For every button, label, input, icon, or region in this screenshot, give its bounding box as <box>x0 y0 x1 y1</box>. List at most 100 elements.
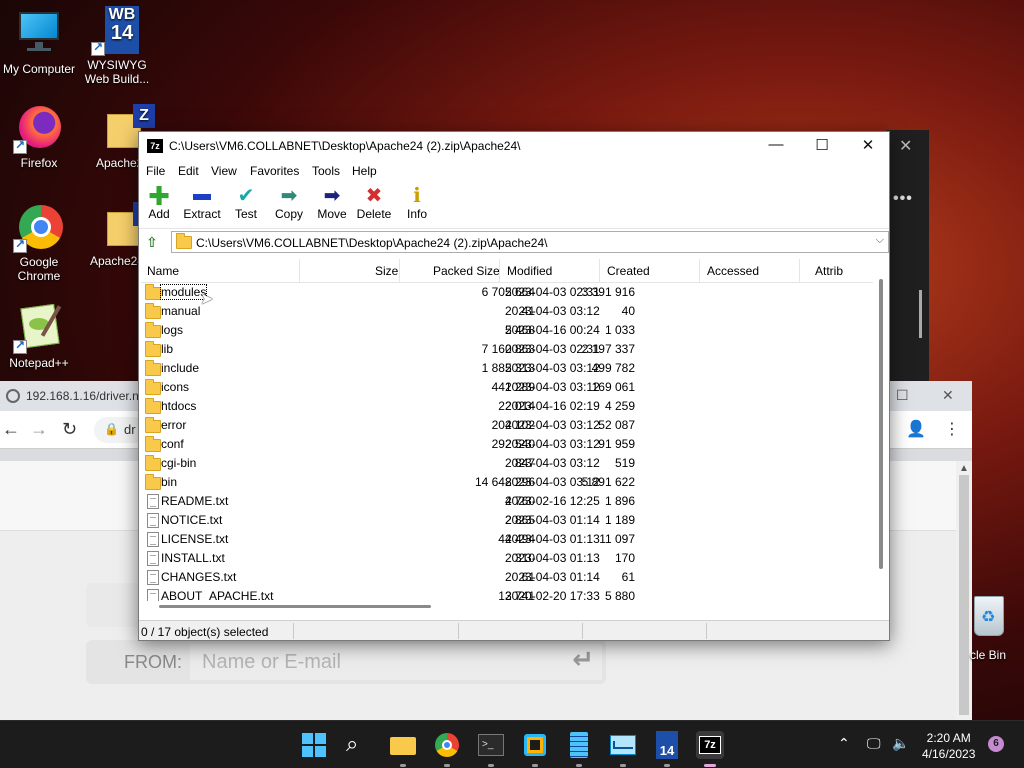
table-row[interactable]: conf 292 540 91 959 2023-04-03 03:12 <box>141 435 873 454</box>
table-row[interactable]: CHANGES.txt 61 61 2023-04-03 01:14 <box>141 568 873 587</box>
start-button[interactable] <box>300 731 328 759</box>
column-packed-size[interactable]: Packed Size <box>433 264 500 278</box>
reload-icon[interactable]: ↻ <box>62 419 77 440</box>
desktop-icon-wysiwyg[interactable]: WB 14 WYSIWYG Web Build... <box>78 6 156 86</box>
status-divider <box>582 623 583 639</box>
copy-button[interactable]: ➡ Copy <box>267 185 311 221</box>
taskbar-file-explorer[interactable] <box>389 731 417 767</box>
table-row[interactable]: ABOUT_APACHE.txt 13 741 5 880 2020-02-20 17… <box>141 587 873 601</box>
menu-file[interactable]: File <box>146 164 165 178</box>
column-name[interactable]: Name <box>147 264 179 278</box>
add-button[interactable]: ✚ Add <box>137 183 181 221</box>
column-divider[interactable] <box>799 259 800 283</box>
chrome-center-icon <box>442 740 452 750</box>
close-icon[interactable]: ✕ <box>942 387 954 404</box>
table-row[interactable]: cgi-bin 847 519 2023-04-03 03:12 <box>141 454 873 473</box>
menu-kebab-icon[interactable]: ⋮ <box>944 419 960 439</box>
maximize-icon[interactable]: ☐ <box>799 136 845 154</box>
desktop-icon-my-computer[interactable]: My Computer <box>0 10 78 76</box>
scroll-up-icon[interactable]: ▲ <box>959 463 969 474</box>
notification-badge[interactable]: 6 <box>988 736 1004 752</box>
vertical-scrollbar[interactable] <box>875 259 889 601</box>
profile-icon[interactable]: 👤 <box>906 419 926 439</box>
taskbar-chrome[interactable] <box>433 731 461 767</box>
table-row[interactable]: bin 14 648 296 5 891 622 2023-04-03 03:12 <box>141 473 873 492</box>
column-size[interactable]: Size <box>375 264 398 278</box>
title-bar[interactable]: 7z C:\Users\VM6.COLLABNET\Desktop\Apache… <box>139 132 889 161</box>
taskbar-sevenzip[interactable]: 7z <box>696 731 724 767</box>
from-input[interactable]: Name or E-mail <box>190 644 602 680</box>
taskbar-notepad[interactable] <box>565 731 593 767</box>
taskbar-wysiwyg[interactable]: 14 <box>653 731 681 767</box>
table-row[interactable]: LICENSE.txt 44 494 11 097 2023-04-03 01:13 <box>141 530 873 549</box>
table-row[interactable]: README.txt 4 760 1 896 2023-02-16 12:25 <box>141 492 873 511</box>
column-divider[interactable] <box>499 259 500 283</box>
cell-name: htdocs <box>161 399 197 413</box>
path-input[interactable]: C:\Users\VM6.COLLABNET\Desktop\Apache24 … <box>171 231 889 253</box>
scrollbar[interactable] <box>919 290 922 338</box>
more-icon[interactable]: ••• <box>893 190 913 208</box>
horizontal-scrollbar[interactable] <box>141 601 875 611</box>
form-field[interactable] <box>86 583 146 627</box>
table-row[interactable]: error 204 102 52 087 2023-04-03 03:12 <box>141 416 873 435</box>
table-row[interactable]: INSTALL.txt 310 170 2023-04-03 01:13 <box>141 549 873 568</box>
minimize-icon[interactable]: — <box>753 136 799 153</box>
file-icon <box>147 551 159 566</box>
back-arrow-icon[interactable]: ← <box>2 419 20 440</box>
table-row[interactable]: lib 7 160 863 2 197 337 2023-04-03 02:31 <box>141 340 873 359</box>
menu-view[interactable]: View <box>211 164 237 178</box>
menu-help[interactable]: Help <box>352 164 377 178</box>
test-button[interactable]: ✔ Test <box>224 185 268 221</box>
desktop-icon-label: Notepad++ <box>9 356 69 370</box>
taskbar-terminal[interactable]: >_ <box>477 731 505 767</box>
column-divider[interactable] <box>599 259 600 283</box>
menu-edit[interactable]: Edit <box>178 164 199 178</box>
info-button[interactable]: ℹ Info <box>395 185 439 221</box>
browser-scrollbar[interactable]: ▲ <box>956 461 972 721</box>
enter-arrow-icon[interactable]: ↵ <box>572 644 594 675</box>
chevron-up-icon[interactable]: ⌃ <box>838 735 850 752</box>
table-row[interactable]: icons 441 289 169 061 2023-04-03 03:12 <box>141 378 873 397</box>
volume-icon[interactable]: 🔈 <box>892 735 909 752</box>
copy-button-label: Copy <box>274 207 303 221</box>
taskbar-performance-monitor[interactable] <box>609 731 637 767</box>
extract-button[interactable]: Extract <box>180 185 224 221</box>
table-row[interactable]: htdocs 22 014 4 259 2023-04-16 02:19 <box>141 397 873 416</box>
cell-packed: 52 087 <box>598 418 635 432</box>
column-created[interactable]: Created <box>607 264 650 278</box>
scrollbar-thumb[interactable] <box>159 605 431 608</box>
table-row[interactable]: NOTICE.txt 2 865 1 189 2023-04-03 01:14 <box>141 511 873 530</box>
browser-tab[interactable]: 192.168.1.16/driver.n <box>6 389 139 403</box>
column-divider[interactable] <box>699 259 700 283</box>
scrollbar-thumb[interactable] <box>959 475 969 715</box>
table-row[interactable]: include 1 885 313 499 782 2023-04-03 03:12 <box>141 359 873 378</box>
folder-icon <box>145 436 161 452</box>
close-icon[interactable]: ✕ <box>899 136 912 156</box>
menu-tools[interactable]: Tools <box>312 164 340 178</box>
chevron-down-icon[interactable]: ⌵ <box>876 234 884 247</box>
column-attrib[interactable]: Attrib <box>815 264 843 278</box>
maximize-icon[interactable]: ☐ <box>896 387 909 404</box>
table-row[interactable]: logs 5 468 1 033 2023-04-16 00:24 <box>141 321 873 340</box>
sevenzip-logo-icon: 7z <box>699 736 721 754</box>
table-row[interactable]: modules 6 705 664 3 391 916 2023-04-03 02:3… <box>141 283 873 302</box>
scrollbar-thumb[interactable] <box>879 279 883 569</box>
taskbar-network-app[interactable] <box>521 731 549 767</box>
desktop-icon-google-chrome[interactable]: Google Chrome <box>0 203 78 283</box>
folder-up-icon[interactable]: ⇧ <box>143 233 161 251</box>
close-icon[interactable]: ✕ <box>845 136 891 154</box>
clock[interactable]: 2:20 AM 4/16/2023 <box>922 730 975 762</box>
column-accessed[interactable]: Accessed <box>707 264 759 278</box>
search-button[interactable]: ⌕ <box>344 731 372 759</box>
forward-arrow-icon[interactable]: → <box>30 419 48 440</box>
network-icon[interactable]: 🖵 <box>867 735 881 752</box>
desktop-icon-notepad-plus-plus[interactable]: Notepad++ <box>0 303 78 370</box>
column-divider[interactable] <box>299 259 300 283</box>
move-button[interactable]: ➡ Move <box>310 185 354 221</box>
column-divider[interactable] <box>399 259 400 283</box>
table-row[interactable]: manual 41 40 2023-04-03 03:12 <box>141 302 873 321</box>
menu-favorites[interactable]: Favorites <box>250 164 299 178</box>
column-modified[interactable]: Modified <box>507 264 552 278</box>
desktop-icon-firefox[interactable]: Firefox <box>0 104 78 170</box>
delete-button[interactable]: ✖ Delete <box>352 185 396 221</box>
